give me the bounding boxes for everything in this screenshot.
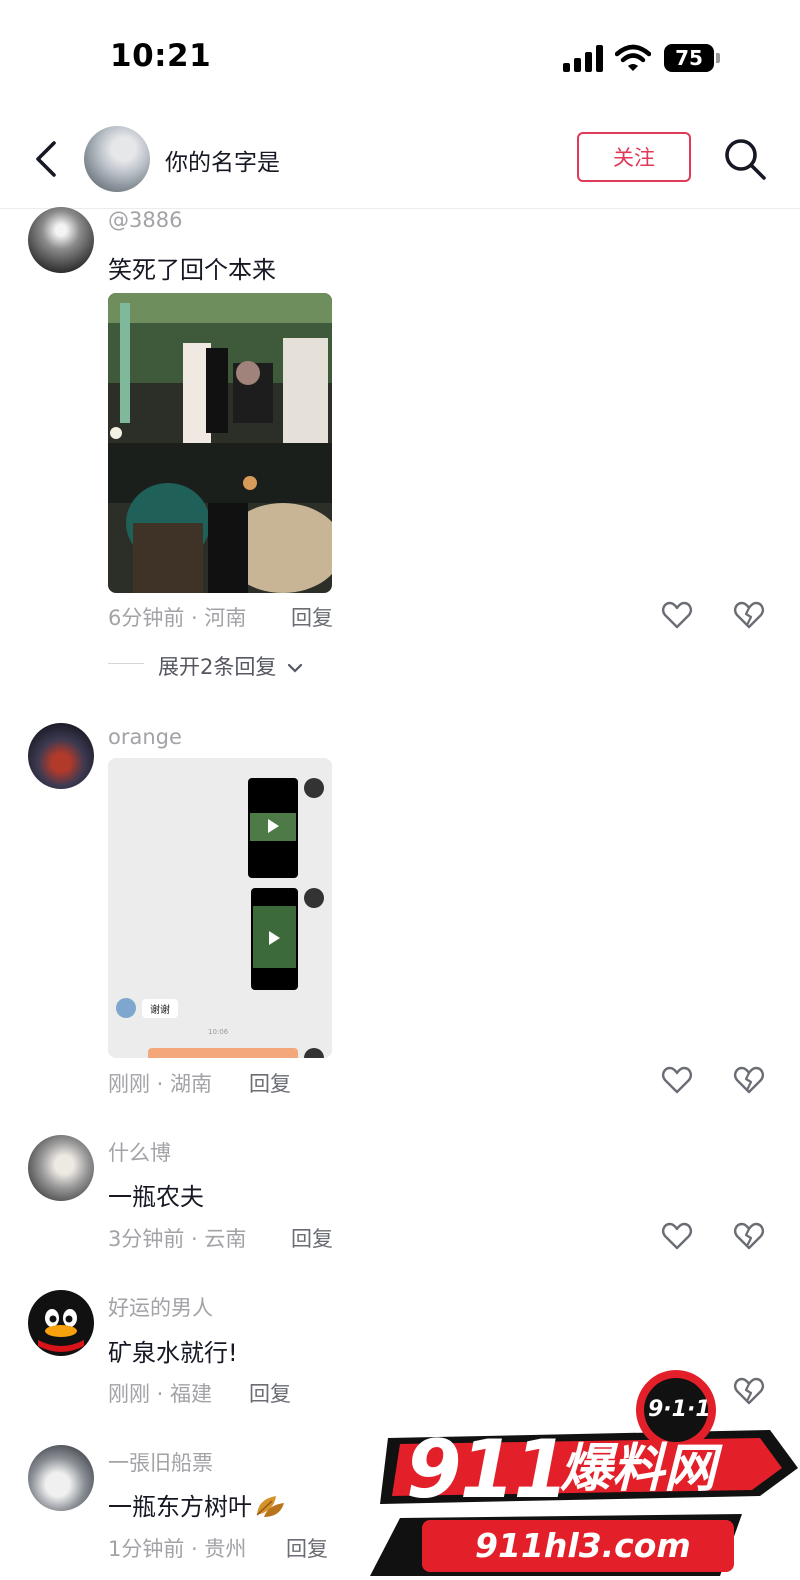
- comment-avatar[interactable]: [28, 1135, 94, 1201]
- expand-replies-button[interactable]: 展开2条回复: [158, 651, 303, 681]
- reply-button[interactable]: 回复: [291, 602, 333, 632]
- watermark-big-number: 911: [406, 1423, 569, 1516]
- chat-avatar: [304, 778, 324, 798]
- comment-username[interactable]: 什么博: [108, 1137, 171, 1167]
- watermark-badge: 9·1·1: [648, 1397, 711, 1422]
- heart-icon[interactable]: [661, 1064, 693, 1096]
- cellular-signal-icon: [563, 44, 605, 72]
- comment-text: 矿泉水就行!: [108, 1339, 238, 1367]
- comment-avatar[interactable]: [28, 207, 94, 273]
- comment-text: 笑死了回个本来: [108, 256, 276, 284]
- reply-button[interactable]: 回复: [291, 1223, 333, 1253]
- comment-meta: 3分钟前 · 云南: [108, 1227, 247, 1251]
- comment-meta: 1分钟前 · 贵州: [108, 1537, 247, 1561]
- comment-avatar[interactable]: [28, 723, 94, 789]
- watermark-site: 911hl3.com: [475, 1526, 691, 1565]
- expand-replies-label: 展开2条回复: [158, 655, 277, 679]
- chat-avatar: [304, 888, 324, 908]
- status-time: 10:21: [110, 38, 212, 74]
- broken-heart-icon[interactable]: [733, 1220, 765, 1252]
- play-icon: [268, 819, 279, 833]
- comment-meta: 刚刚 · 湖南: [108, 1072, 213, 1096]
- search-icon[interactable]: [722, 136, 768, 182]
- chat-timestamp: 10:06: [208, 1028, 229, 1036]
- chat-bubble: [148, 1048, 298, 1058]
- broken-heart-icon[interactable]: [733, 1064, 765, 1096]
- chat-message: 谢谢: [142, 999, 178, 1018]
- watermark-brand: 爆料网: [560, 1439, 717, 1499]
- comment-avatar[interactable]: [28, 1290, 94, 1356]
- heart-icon[interactable]: [661, 599, 693, 631]
- comment-username[interactable]: @3886: [108, 208, 182, 232]
- battery-tip: [716, 53, 720, 63]
- watermark-logo: 911 爆料网 9·1·1 911hl3.com: [360, 1368, 800, 1580]
- heart-icon[interactable]: [661, 1220, 693, 1252]
- reply-button[interactable]: 回复: [249, 1068, 291, 1098]
- comment-text-content: 一瓶东方树叶: [108, 1493, 252, 1521]
- chat-avatar: [116, 998, 136, 1018]
- battery-indicator: 75: [664, 44, 714, 72]
- chat-avatar: [304, 1048, 324, 1058]
- play-icon: [269, 931, 280, 945]
- comment-username[interactable]: orange: [108, 725, 182, 749]
- comment-username[interactable]: 一張旧船票: [108, 1447, 213, 1477]
- profile-name[interactable]: 你的名字是: [165, 143, 280, 177]
- reply-button[interactable]: 回复: [286, 1533, 328, 1563]
- leaf-emoji: [256, 1496, 284, 1517]
- video-thumbnail: [248, 778, 298, 878]
- expand-divider: [108, 663, 144, 664]
- comment-username[interactable]: 好运的男人: [108, 1292, 213, 1322]
- profile-avatar[interactable]: [84, 126, 150, 192]
- chevron-down-icon: [287, 663, 303, 673]
- broken-heart-icon[interactable]: [733, 599, 765, 631]
- comment-text: 一瓶农夫: [108, 1183, 204, 1211]
- comment-text: 一瓶东方树叶: [108, 1487, 286, 1522]
- video-thumbnail: [251, 888, 298, 990]
- reply-button[interactable]: 回复: [249, 1378, 291, 1408]
- follow-button[interactable]: 关注: [577, 132, 691, 182]
- wifi-icon: [615, 44, 651, 71]
- comment-meta: 6分钟前 · 河南: [108, 606, 247, 630]
- back-arrow-icon[interactable]: [32, 140, 60, 178]
- comment-image-chat-screenshot[interactable]: 谢谢 10:06: [108, 758, 332, 1058]
- comment-image-photo[interactable]: [108, 293, 332, 593]
- comment-avatar[interactable]: [28, 1445, 94, 1511]
- comment-meta: 刚刚 · 福建: [108, 1382, 213, 1406]
